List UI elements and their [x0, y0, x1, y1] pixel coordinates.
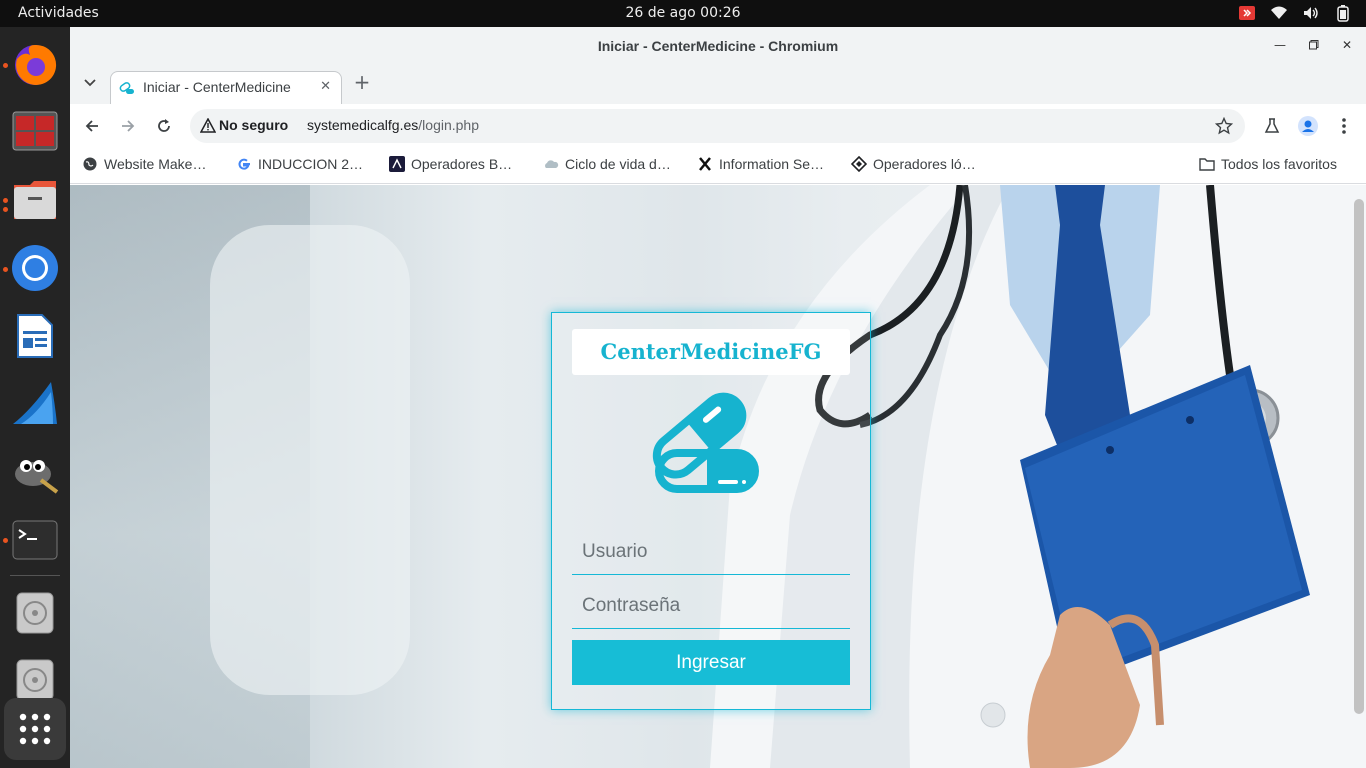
bookmark-label: Ciclo de vida d… — [565, 156, 671, 172]
tab-close-icon[interactable]: ✕ — [320, 79, 331, 94]
bookmark-label: Operadores ló… — [873, 156, 976, 172]
back-icon[interactable] — [82, 116, 102, 136]
bookmark-label: Website Make… — [104, 156, 207, 172]
close-window-icon[interactable]: ✕ — [1337, 35, 1357, 55]
writer-icon[interactable] — [10, 311, 60, 361]
dock — [0, 27, 70, 768]
dock-separator — [10, 575, 60, 576]
google-icon — [236, 156, 252, 172]
bookmark-star-icon[interactable] — [1215, 117, 1233, 135]
clock[interactable]: 26 de ago 00:26 — [0, 5, 1366, 21]
toolbar: No seguro systemedicalfg.es/login.php — [70, 104, 1366, 148]
wifi-icon[interactable] — [1270, 4, 1288, 22]
tab-iniciar[interactable]: Iniciar - CenterMedicine ✕ — [110, 71, 342, 104]
labs-flask-icon[interactable] — [1262, 116, 1282, 136]
maximize-icon[interactable] — [1304, 35, 1324, 55]
bookmark-item[interactable]: Ciclo de vida d… — [543, 156, 671, 172]
login-submit-button[interactable]: Ingresar — [572, 640, 850, 685]
username-input[interactable] — [572, 529, 850, 575]
terminal-red-icon[interactable] — [10, 106, 60, 156]
files-icon[interactable] — [10, 175, 60, 225]
tab-search-icon[interactable] — [80, 73, 100, 93]
system-top-bar: Actividades 26 de ago 00:26 — [0, 0, 1366, 27]
url-text[interactable]: systemedicalfg.es/login.php — [307, 117, 479, 133]
brand-title: CenterMedicineFG — [572, 329, 850, 375]
profile-avatar-icon[interactable] — [1298, 116, 1318, 136]
running-indicator — [3, 207, 8, 212]
bookmark-item[interactable]: Website Make… — [82, 156, 206, 172]
x-icon — [697, 156, 713, 172]
system-tray[interactable] — [1238, 4, 1352, 22]
firefox-icon[interactable] — [10, 39, 60, 89]
all-bookmarks-label: Todos los favoritos — [1221, 156, 1337, 172]
show-apps-icon — [19, 713, 51, 745]
tab-strip: Iniciar - CenterMedicine ✕ + — [70, 64, 1366, 104]
cloud-icon — [543, 156, 559, 172]
terminal-icon[interactable] — [10, 515, 60, 565]
url-path: /login.php — [418, 117, 479, 133]
new-tab-button[interactable]: + — [352, 72, 372, 92]
bookmark-item[interactable]: INDUCCION 2… — [236, 156, 363, 172]
minimize-icon[interactable]: — — [1270, 35, 1290, 55]
page-viewport: CenterMedicineFG Ingresar — [70, 185, 1366, 768]
bookmark-label: Operadores B… — [411, 156, 513, 172]
diamond-icon — [851, 156, 867, 172]
bookmark-label: Information Se… — [719, 156, 825, 172]
forward-icon[interactable] — [118, 116, 138, 136]
all-bookmarks-folder[interactable]: Todos los favoritos — [1199, 156, 1337, 172]
warning-icon[interactable] — [200, 118, 216, 134]
chromium-icon[interactable] — [10, 243, 60, 293]
bookmarks-bar: Website Make… INDUCCION 2… Operadores B…… — [70, 148, 1366, 184]
bookmark-label: INDUCCION 2… — [258, 156, 364, 172]
url-host: systemedicalfg.es — [307, 117, 419, 133]
show-apps-button[interactable] — [4, 698, 66, 760]
reload-icon[interactable] — [154, 116, 174, 136]
window-title: Iniciar - CenterMedicine - Chromium — [597, 38, 839, 54]
running-indicator — [3, 538, 8, 543]
pill-favicon-icon — [119, 82, 134, 94]
security-label[interactable]: No seguro — [219, 117, 288, 133]
bookmark-item[interactable]: Information Se… — [697, 156, 824, 172]
bookmark-item[interactable]: Operadores B… — [389, 156, 512, 172]
tab-label: Iniciar - CenterMedicine — [143, 79, 291, 95]
title-bar[interactable]: Iniciar - CenterMedicine - Chromium — ✕ — [70, 27, 1366, 64]
login-card: CenterMedicineFG Ingresar — [551, 312, 871, 710]
wireshark-icon[interactable] — [10, 379, 60, 429]
gimp-icon[interactable] — [10, 447, 60, 497]
folder-icon — [1199, 156, 1215, 172]
screen-share-icon[interactable] — [1238, 4, 1256, 22]
battery-icon[interactable] — [1334, 4, 1352, 22]
running-indicator — [3, 198, 8, 203]
menu-kebab-icon[interactable] — [1334, 116, 1354, 136]
running-indicator — [3, 267, 8, 272]
bookmark-item[interactable]: Operadores ló… — [851, 156, 976, 172]
dark-square-icon — [389, 156, 405, 172]
password-input[interactable] — [572, 583, 850, 629]
browser-window: Iniciar - CenterMedicine - Chromium — ✕ … — [70, 27, 1366, 768]
capsule-logo-icon — [652, 392, 759, 493]
globe-icon — [82, 156, 98, 172]
volume-icon[interactable] — [1302, 4, 1320, 22]
disc-icon[interactable] — [10, 588, 60, 638]
running-indicator — [3, 63, 8, 68]
scrollbar[interactable] — [1354, 199, 1364, 714]
address-bar[interactable]: No seguro systemedicalfg.es/login.php — [190, 109, 1245, 143]
